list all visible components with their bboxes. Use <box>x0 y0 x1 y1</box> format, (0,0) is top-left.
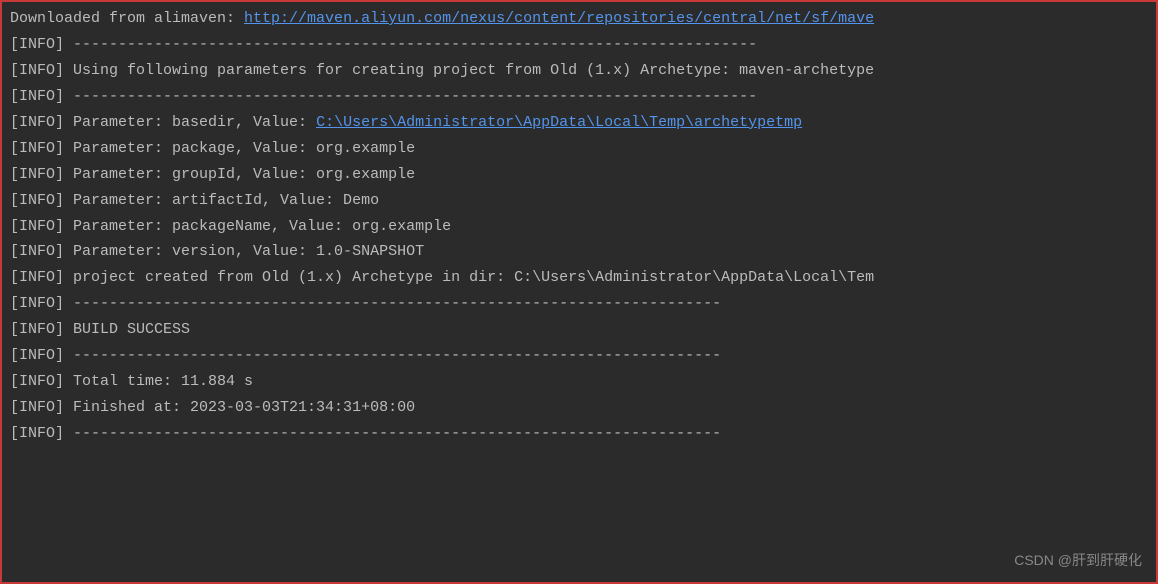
log-tag: [INFO] <box>10 218 64 235</box>
watermark-text: CSDN @肝到肝硬化 <box>1014 550 1142 570</box>
log-text: Using following parameters for creating … <box>64 62 874 79</box>
log-tag: [INFO] <box>10 373 64 390</box>
log-text: Parameter: packageName, Value: org.examp… <box>64 218 451 235</box>
log-line: [INFO] Using following parameters for cr… <box>10 58 1148 84</box>
log-line: [INFO] Parameter: basedir, Value: C:\Use… <box>10 110 1148 136</box>
path-link[interactable]: C:\Users\Administrator\AppData\Local\Tem… <box>316 114 802 131</box>
log-tag: [INFO] <box>10 88 64 105</box>
log-line: [INFO] project created from Old (1.x) Ar… <box>10 265 1148 291</box>
log-line: [INFO] Parameter: packageName, Value: or… <box>10 214 1148 240</box>
log-line: Downloaded from alimaven: http://maven.a… <box>10 6 1148 32</box>
log-tag: [INFO] <box>10 62 64 79</box>
log-text: Parameter: version, Value: 1.0-SNAPSHOT <box>64 243 424 260</box>
log-tag: [INFO] <box>10 321 64 338</box>
log-text: ----------------------------------------… <box>64 347 721 364</box>
log-text: Parameter: package, Value: org.example <box>64 140 415 157</box>
log-text: project created from Old (1.x) Archetype… <box>64 269 874 286</box>
log-text: Parameter: artifactId, Value: Demo <box>64 192 379 209</box>
log-line: [INFO] ---------------------------------… <box>10 343 1148 369</box>
log-tag: [INFO] <box>10 36 64 53</box>
log-text: Finished at: 2023-03-03T21:34:31+08:00 <box>64 399 415 416</box>
log-prefix: Downloaded from alimaven: <box>10 10 244 27</box>
log-text: BUILD SUCCESS <box>64 321 190 338</box>
log-text: ----------------------------------------… <box>64 425 721 442</box>
log-tag: [INFO] <box>10 425 64 442</box>
log-tag: [INFO] <box>10 114 64 131</box>
log-line: [INFO] Parameter: version, Value: 1.0-SN… <box>10 239 1148 265</box>
log-tag: [INFO] <box>10 140 64 157</box>
log-line: [INFO] Parameter: groupId, Value: org.ex… <box>10 162 1148 188</box>
log-tag: [INFO] <box>10 192 64 209</box>
log-tag: [INFO] <box>10 295 64 312</box>
log-line: [INFO] ---------------------------------… <box>10 84 1148 110</box>
log-tag: [INFO] <box>10 166 64 183</box>
log-line: [INFO] ---------------------------------… <box>10 421 1148 447</box>
log-tag: [INFO] <box>10 243 64 260</box>
log-tag: [INFO] <box>10 399 64 416</box>
log-text: Parameter: groupId, Value: org.example <box>64 166 415 183</box>
terminal-output[interactable]: Downloaded from alimaven: http://maven.a… <box>2 2 1156 451</box>
log-line: [INFO] Parameter: artifactId, Value: Dem… <box>10 188 1148 214</box>
download-url-link[interactable]: http://maven.aliyun.com/nexus/content/re… <box>244 10 874 27</box>
log-line: [INFO] BUILD SUCCESS <box>10 317 1148 343</box>
log-text: ----------------------------------------… <box>64 88 757 105</box>
log-text: ----------------------------------------… <box>64 295 721 312</box>
log-tag: [INFO] <box>10 347 64 364</box>
log-text: Parameter: basedir, Value: <box>64 114 316 131</box>
log-tag: [INFO] <box>10 269 64 286</box>
log-line: [INFO] ---------------------------------… <box>10 32 1148 58</box>
log-line: [INFO] Finished at: 2023-03-03T21:34:31+… <box>10 395 1148 421</box>
log-line: [INFO] ---------------------------------… <box>10 291 1148 317</box>
log-line: [INFO] Parameter: package, Value: org.ex… <box>10 136 1148 162</box>
log-line: [INFO] Total time: 11.884 s <box>10 369 1148 395</box>
log-text: ----------------------------------------… <box>64 36 757 53</box>
log-text: Total time: 11.884 s <box>64 373 253 390</box>
